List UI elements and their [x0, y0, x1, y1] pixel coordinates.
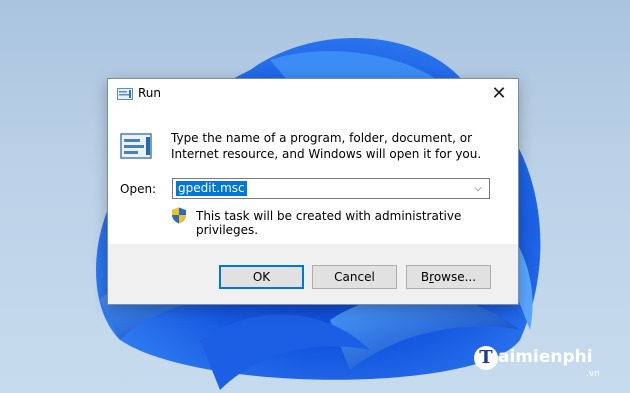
- browse-button[interactable]: Browse...: [406, 265, 491, 289]
- open-label: Open:: [120, 182, 157, 196]
- uac-shield-icon: [172, 207, 186, 224]
- ok-button[interactable]: OK: [219, 265, 304, 289]
- cancel-button[interactable]: Cancel: [312, 265, 397, 289]
- browse-label-prefix: B: [420, 270, 430, 284]
- run-icon: [117, 88, 133, 100]
- desktop: Run ✕ Type the name of a program, folder…: [0, 0, 630, 393]
- close-button[interactable]: ✕: [488, 83, 510, 105]
- open-command-combobox[interactable]: gpedit.msc ⌵: [172, 178, 490, 199]
- watermark-brand: aimienphi: [498, 347, 593, 367]
- cancel-label: Cancel: [334, 270, 375, 284]
- dialog-description: Type the name of a program, folder, docu…: [171, 131, 482, 161]
- watermark-tld: .vn: [586, 369, 600, 379]
- run-program-icon: [120, 133, 152, 159]
- taimienphi-watermark: T aimienphi .vn: [474, 344, 624, 384]
- dialog-content: Type the name of a program, folder, docu…: [108, 109, 518, 244]
- run-dialog: Run ✕ Type the name of a program, folder…: [107, 78, 519, 305]
- chevron-down-icon[interactable]: ⌵: [471, 181, 485, 196]
- close-icon: ✕: [491, 83, 507, 104]
- window-title: Run: [138, 86, 162, 100]
- title-bar[interactable]: Run ✕: [108, 79, 518, 109]
- admin-privileges-note: This task will be created with administr…: [171, 207, 511, 237]
- watermark-logo: T: [474, 346, 498, 370]
- admin-note-text: This task will be created with administr…: [196, 209, 462, 237]
- browse-label-suffix: owse...: [433, 270, 477, 284]
- ok-label: OK: [252, 270, 271, 284]
- open-command-value[interactable]: gpedit.msc: [176, 181, 247, 196]
